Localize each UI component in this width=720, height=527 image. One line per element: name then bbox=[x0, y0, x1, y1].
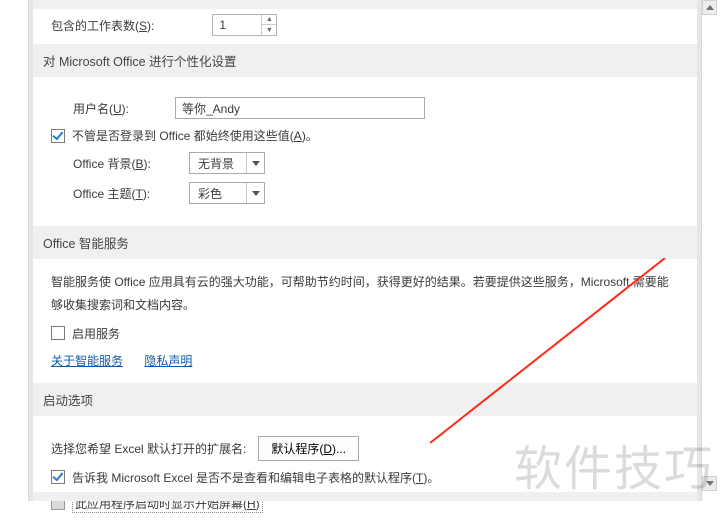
username-input[interactable] bbox=[175, 97, 425, 119]
always-use-checkbox[interactable] bbox=[51, 129, 65, 143]
office-background-combo[interactable]: 无背景 bbox=[189, 152, 265, 174]
office-theme-row: Office 主题(T): 彩色 bbox=[73, 182, 679, 204]
tell-me-default-checkbox[interactable] bbox=[51, 470, 65, 484]
section-header-personalize: 对 Microsoft Office 进行个性化设置 bbox=[29, 44, 701, 77]
section-body-personalize: 用户名(U): 不管是否登录到 Office 都始终使用这些值(A)。 Offi… bbox=[29, 77, 701, 218]
section-body-intelligent: 智能服务使 Office 应用具有云的强大功能，可帮助节约时间，获得更好的结果。… bbox=[29, 259, 701, 375]
sheets-count-input[interactable] bbox=[213, 15, 261, 35]
chevron-down-icon[interactable] bbox=[246, 183, 264, 203]
default-programs-button[interactable]: 默认程序(D)... bbox=[258, 436, 359, 461]
sheets-count-row: 包含的工作表数(S): ▲ ▼ bbox=[51, 14, 701, 36]
default-ext-row: 选择您希望 Excel 默认打开的扩展名: 默认程序(D)... bbox=[51, 436, 679, 461]
frame-strip-bottom bbox=[33, 492, 697, 501]
tell-me-default-label: 告诉我 Microsoft Excel 是否不是查看和编辑电子表格的默认程序(T… bbox=[72, 469, 439, 486]
scrollbar-down-icon[interactable] bbox=[702, 476, 717, 491]
office-background-value: 无背景 bbox=[190, 155, 246, 172]
chevron-down-icon[interactable] bbox=[246, 153, 264, 173]
always-use-row: 不管是否登录到 Office 都始终使用这些值(A)。 bbox=[51, 127, 679, 144]
privacy-link[interactable]: 隐私声明 bbox=[144, 354, 192, 368]
office-background-row: Office 背景(B): 无背景 bbox=[73, 152, 679, 174]
spinner-down-icon[interactable]: ▼ bbox=[262, 25, 276, 35]
section-header-startup: 启动选项 bbox=[29, 383, 701, 416]
scrollbar-up-icon[interactable] bbox=[702, 0, 717, 15]
username-row: 用户名(U): bbox=[73, 97, 679, 119]
enable-services-label: 启用服务 bbox=[72, 325, 120, 342]
enable-services-checkbox[interactable] bbox=[51, 326, 65, 340]
office-background-label: Office 背景(B): bbox=[73, 155, 177, 172]
sheets-count-label: 包含的工作表数(S): bbox=[51, 17, 154, 34]
always-use-label: 不管是否登录到 Office 都始终使用这些值(A)。 bbox=[72, 127, 318, 144]
spinner-up-icon[interactable]: ▲ bbox=[262, 15, 276, 25]
frame-strip-top bbox=[33, 0, 697, 9]
enable-services-row: 启用服务 bbox=[51, 325, 679, 342]
sheets-count-spinner[interactable]: ▲ ▼ bbox=[212, 14, 277, 36]
frame-edge-left bbox=[29, 0, 33, 501]
section-header-intelligent: Office 智能服务 bbox=[29, 226, 701, 259]
intelligent-desc: 智能服务使 Office 应用具有云的强大功能，可帮助节约时间，获得更好的结果。… bbox=[51, 271, 679, 317]
office-theme-value: 彩色 bbox=[190, 185, 246, 202]
frame-edge-right bbox=[697, 0, 701, 501]
section-body-startup: 选择您希望 Excel 默认打开的扩展名: 默认程序(D)... 告诉我 Mic… bbox=[29, 416, 701, 527]
default-ext-label: 选择您希望 Excel 默认打开的扩展名: bbox=[51, 440, 246, 457]
office-theme-combo[interactable]: 彩色 bbox=[189, 182, 265, 204]
about-intelligent-link[interactable]: 关于智能服务 bbox=[51, 354, 123, 368]
office-theme-label: Office 主题(T): bbox=[73, 185, 177, 202]
tell-me-default-row: 告诉我 Microsoft Excel 是否不是查看和编辑电子表格的默认程序(T… bbox=[51, 469, 679, 486]
intelligent-links: 关于智能服务 隐私声明 bbox=[51, 352, 679, 369]
username-label: 用户名(U): bbox=[73, 100, 163, 117]
options-panel: 包含的工作表数(S): ▲ ▼ 对 Microsoft Office 进行个性化… bbox=[28, 0, 702, 501]
